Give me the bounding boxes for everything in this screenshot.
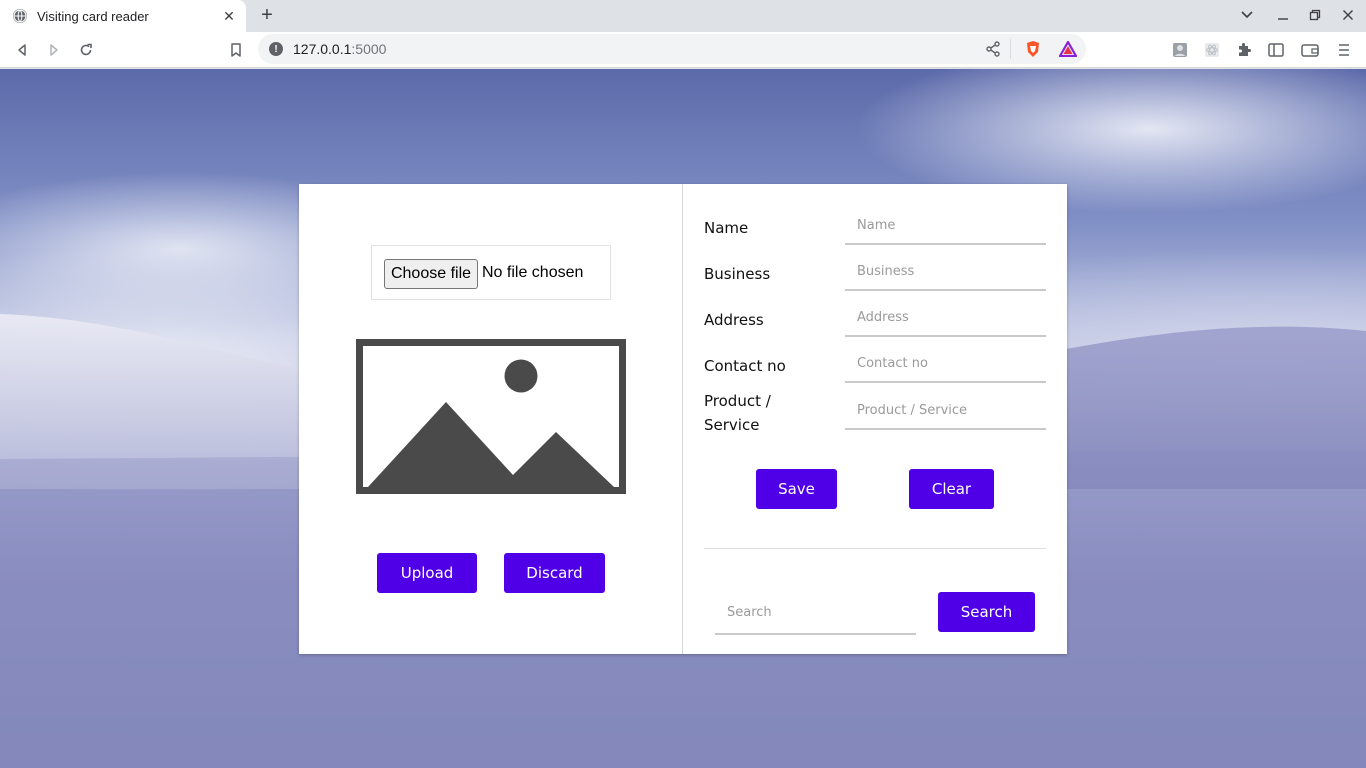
visiting-card-panel: Choose file No file chosen Upload Discar… — [299, 184, 1067, 654]
profile-icon[interactable] — [1168, 38, 1192, 62]
minimize-icon[interactable] — [1272, 4, 1294, 26]
address-bar[interactable]: ! 127.0.0.1:5000 — [258, 34, 1086, 64]
tab-search-chevron-icon[interactable] — [1236, 4, 1258, 26]
choose-file-button[interactable]: Choose file — [384, 259, 478, 289]
search-input[interactable] — [727, 605, 916, 620]
contact-input[interactable] — [857, 355, 1046, 371]
forward-icon[interactable] — [42, 38, 66, 62]
upload-button[interactable]: Upload — [377, 553, 477, 593]
wallet-icon[interactable] — [1298, 38, 1322, 62]
discard-button[interactable]: Discard — [504, 553, 605, 593]
search-button[interactable]: Search — [938, 592, 1035, 632]
clear-button[interactable]: Clear — [909, 469, 994, 509]
browser-tab-active[interactable]: Visiting card reader ✕ — [0, 0, 246, 32]
address-field[interactable] — [845, 299, 1046, 337]
extension-react-icon[interactable] — [1200, 38, 1224, 62]
close-tab-icon[interactable]: ✕ — [221, 8, 237, 24]
business-input[interactable] — [857, 263, 1046, 279]
search-field[interactable] — [715, 592, 916, 635]
product-service-label: Product / Service — [704, 392, 771, 434]
back-icon[interactable] — [10, 38, 34, 62]
extensions-puzzle-icon[interactable] — [1232, 38, 1256, 62]
restore-icon[interactable] — [1304, 4, 1326, 26]
menu-icon[interactable] — [1332, 38, 1356, 62]
new-tab-button[interactable]: + — [256, 4, 278, 26]
name-input[interactable] — [857, 217, 1046, 233]
business-field[interactable] — [845, 253, 1046, 291]
business-label: Business — [704, 265, 771, 283]
image-placeholder-icon — [356, 339, 626, 494]
omnibox-separator — [1010, 39, 1011, 59]
bookmark-icon[interactable] — [224, 38, 248, 62]
page-background: Choose file No file chosen Upload Discar… — [0, 69, 1366, 768]
brave-rewards-icon[interactable] — [1058, 40, 1078, 61]
address-label: Address — [704, 311, 764, 329]
product-service-field[interactable] — [845, 392, 1046, 430]
reload-icon[interactable] — [74, 38, 98, 62]
address-input[interactable] — [857, 309, 1046, 325]
file-status-text: No file chosen — [482, 264, 584, 281]
name-field[interactable] — [845, 207, 1046, 245]
brave-shield-icon[interactable] — [1025, 40, 1041, 62]
panel-divider — [682, 184, 683, 654]
tab-strip: Visiting card reader ✕ + — [0, 0, 1366, 32]
globe-icon — [13, 9, 27, 23]
section-divider — [704, 548, 1046, 549]
tab-title: Visiting card reader — [37, 8, 149, 24]
name-label: Name — [704, 219, 749, 237]
save-button[interactable]: Save — [756, 469, 837, 509]
browser-toolbar: ! 127.0.0.1:5000 — [0, 32, 1366, 68]
sidebar-icon[interactable] — [1264, 38, 1288, 62]
site-info-icon[interactable]: ! — [269, 42, 283, 56]
contact-label: Contact no — [704, 357, 786, 375]
contact-field[interactable] — [845, 345, 1046, 383]
close-window-icon[interactable] — [1337, 4, 1359, 26]
url-text: 127.0.0.1:5000 — [293, 41, 387, 57]
product-service-input[interactable] — [857, 402, 1046, 418]
share-icon[interactable] — [986, 41, 1000, 61]
file-input-box: Choose file No file chosen — [371, 245, 611, 300]
